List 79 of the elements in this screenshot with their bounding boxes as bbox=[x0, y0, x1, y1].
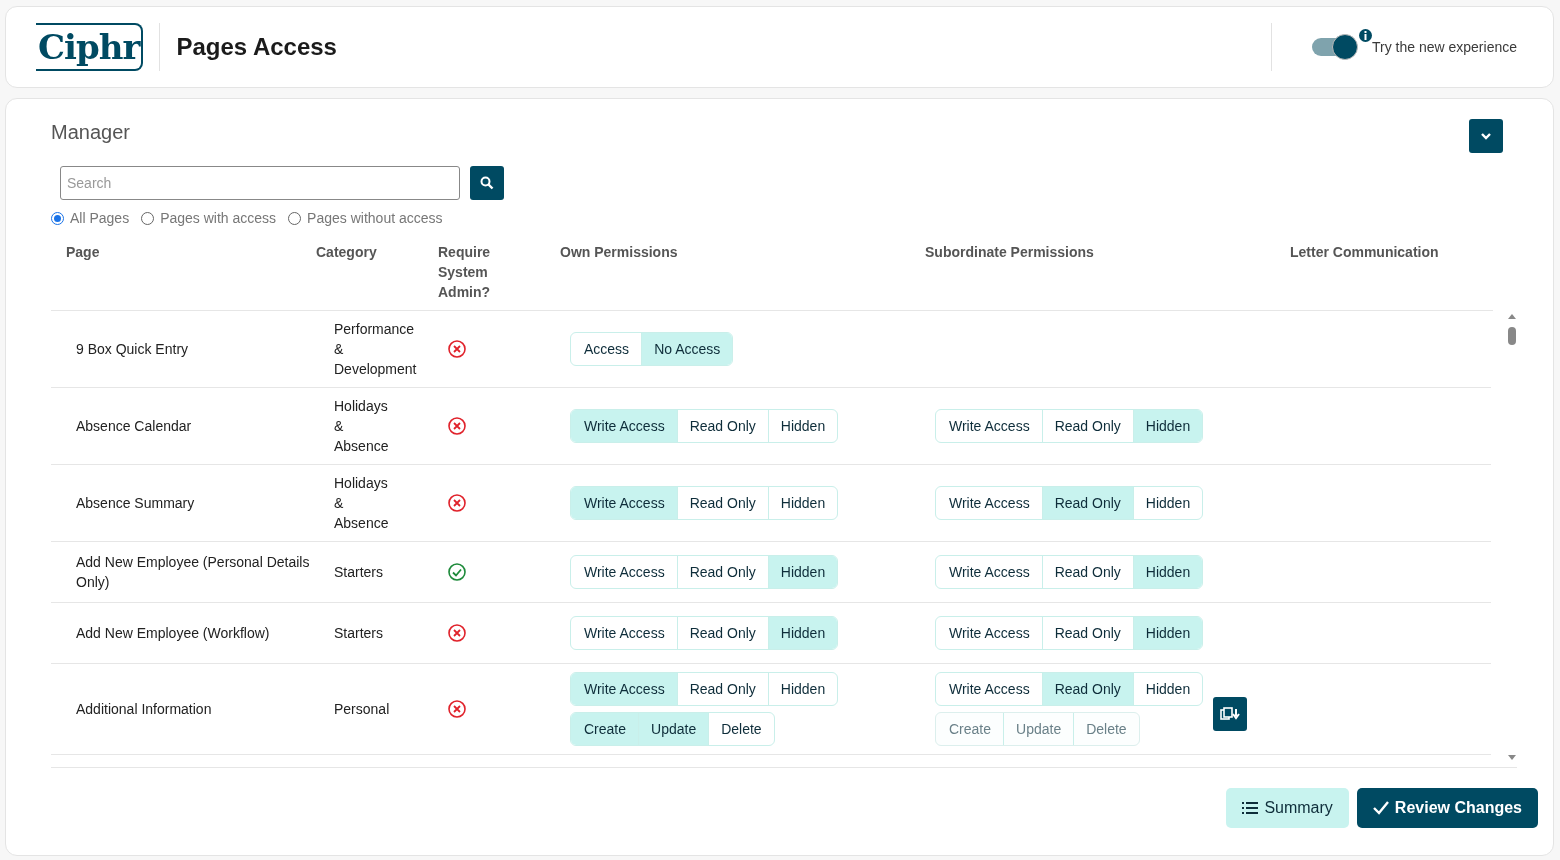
cross-circle-icon bbox=[448, 340, 466, 358]
permission-option[interactable]: Write Access bbox=[571, 673, 677, 705]
search-icon bbox=[480, 176, 494, 190]
copy-button[interactable] bbox=[1213, 697, 1248, 731]
search-field[interactable]: Search bbox=[60, 166, 460, 200]
checkmark-icon bbox=[1372, 801, 1389, 815]
permission-option[interactable]: Write Access bbox=[936, 487, 1042, 519]
cross-circle-icon bbox=[448, 700, 466, 718]
permission-option[interactable]: Read Only bbox=[1041, 410, 1133, 442]
chevron-icon bbox=[1480, 132, 1492, 140]
permission-option[interactable]: No Access bbox=[641, 333, 733, 365]
column-header: Own Permissions bbox=[560, 243, 679, 262]
permission-option[interactable]: Read Only bbox=[676, 410, 768, 442]
permission-option[interactable]: Write Access bbox=[571, 556, 677, 588]
column-header: Require System Admin? bbox=[438, 243, 492, 302]
toggle-switch[interactable] bbox=[1312, 34, 1358, 60]
category-cell-text: Starters bbox=[333, 624, 383, 643]
review-changes-button[interactable]: Review Changes bbox=[1356, 788, 1538, 828]
permission-option[interactable]: Read Only bbox=[676, 487, 768, 519]
filter-radio[interactable]: Pages without access bbox=[288, 210, 443, 226]
info-icon bbox=[1359, 28, 1372, 42]
page-name-cell-text: Additional Information bbox=[76, 700, 213, 719]
column-header: Category bbox=[316, 243, 378, 262]
filter-radio[interactable]: Pages with access bbox=[141, 210, 277, 226]
check-circle-icon bbox=[448, 563, 466, 581]
column-header: Subordinate Permissions bbox=[925, 243, 1095, 262]
permission-option[interactable]: Read Only bbox=[1041, 617, 1133, 649]
permission-option[interactable]: Write Access bbox=[936, 617, 1042, 649]
permission-option[interactable]: Write Access bbox=[936, 410, 1042, 442]
permission-option[interactable]: Hidden bbox=[767, 617, 838, 649]
page-name-cell-text: Add New Employee (Workflow) bbox=[76, 624, 271, 643]
cross-circle-icon bbox=[448, 494, 466, 512]
section-title: Manager bbox=[51, 121, 130, 144]
page-name-cell-text: 9 Box Quick Entry bbox=[76, 340, 190, 359]
permission-option[interactable]: Update bbox=[638, 713, 709, 745]
filter-radio[interactable]: All Pages bbox=[51, 210, 130, 226]
category-cell-text: Holidays & Absence bbox=[333, 397, 389, 456]
page-name-cell-text: Absence Calendar bbox=[76, 417, 193, 436]
permission-option[interactable]: Create bbox=[571, 713, 639, 745]
logo: Ciphr bbox=[36, 23, 144, 71]
column-header: Letter Communication bbox=[1290, 243, 1440, 262]
permission-option[interactable]: Read Only bbox=[676, 556, 768, 588]
permission-option[interactable]: Hidden bbox=[1132, 556, 1203, 588]
search-button[interactable] bbox=[470, 166, 504, 200]
page-title: Pages Access bbox=[176, 33, 337, 61]
permission-option[interactable]: Write Access bbox=[571, 487, 677, 519]
category-cell-text: Starters bbox=[333, 563, 383, 582]
permission-option[interactable]: Hidden bbox=[1132, 673, 1203, 705]
permission-option[interactable]: Delete bbox=[708, 713, 774, 745]
page-name-cell-text: Absence Summary bbox=[76, 494, 196, 513]
permission-option[interactable]: Read Only bbox=[676, 673, 768, 705]
category-cell-text: Holidays & Absence bbox=[333, 474, 389, 533]
permission-option[interactable]: Read Only bbox=[676, 617, 768, 649]
permission-option[interactable]: Hidden bbox=[1132, 410, 1203, 442]
permission-option[interactable]: Hidden bbox=[767, 410, 838, 442]
category-cell-text: Personal bbox=[333, 700, 390, 719]
summary-button[interactable]: Summary bbox=[1226, 788, 1349, 828]
toggle-label: Try the new experience bbox=[1372, 39, 1517, 55]
permission-option[interactable]: Write Access bbox=[571, 617, 677, 649]
permission-option[interactable]: Hidden bbox=[767, 556, 838, 588]
permission-option[interactable]: Hidden bbox=[767, 487, 838, 519]
page-name-cell-text: Add New Employee (Personal Details Only) bbox=[76, 553, 311, 592]
permission-option[interactable]: Write Access bbox=[936, 556, 1042, 588]
permission-option[interactable]: Hidden bbox=[1132, 617, 1203, 649]
permission-option[interactable]: Read Only bbox=[1041, 673, 1133, 705]
permission-option[interactable]: Hidden bbox=[767, 673, 838, 705]
cross-circle-icon bbox=[448, 417, 466, 435]
permission-option[interactable]: Write Access bbox=[571, 410, 677, 442]
permission-option[interactable]: Read Only bbox=[1041, 556, 1133, 588]
expand-button[interactable] bbox=[1469, 119, 1503, 153]
permission-option[interactable]: Access bbox=[571, 333, 642, 365]
permission-option[interactable]: Read Only bbox=[1041, 487, 1133, 519]
list-icon bbox=[1242, 802, 1259, 814]
permission-option[interactable]: Write Access bbox=[936, 673, 1042, 705]
category-cell-text: Performance & Development bbox=[333, 320, 417, 379]
cross-circle-icon bbox=[448, 624, 466, 642]
copy-down-icon bbox=[1220, 707, 1241, 721]
column-header: Page bbox=[66, 243, 101, 262]
permission-option[interactable]: Hidden bbox=[1132, 487, 1203, 519]
